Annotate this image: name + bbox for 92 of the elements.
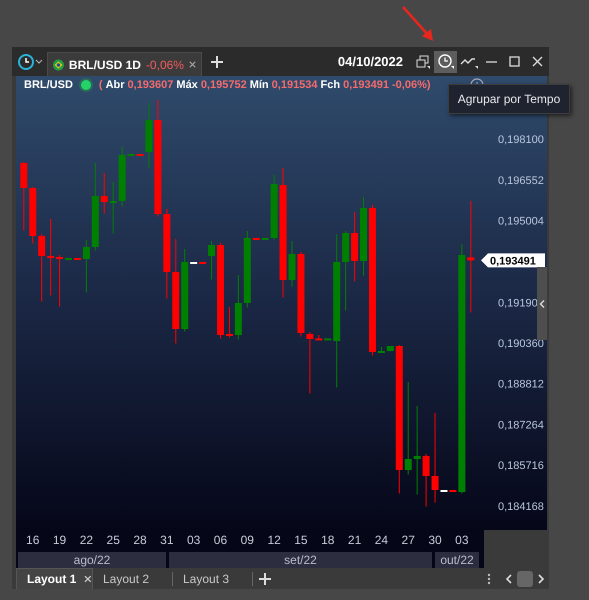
date-tick: 28 [133,533,147,547]
date-tick: 18 [321,533,334,547]
close-icon [532,56,543,67]
change-value: -0,06%) [392,79,431,91]
close-icon[interactable] [188,60,196,69]
candle [20,162,28,230]
field-label: Máx [176,79,198,91]
date-tick: 22 [80,533,94,547]
chart-tab[interactable]: BRL/USD 1D -0,06% [47,52,202,76]
price-label: 0,184168 [498,501,544,513]
add-tab-button[interactable] [211,56,223,68]
tooltip: Agrupar por Tempo [448,84,570,114]
field-value: 0,195752 [200,79,247,91]
scroll-thumb[interactable] [517,570,533,586]
plus-icon [259,572,271,584]
candle [315,334,322,340]
field-value: 0,193491 [343,79,389,91]
chevron-left-icon [505,574,513,584]
price-label: 0,198100 [498,134,544,146]
candle [226,306,233,338]
clock-button[interactable] [434,50,457,72]
date-tick: 15 [294,533,308,547]
tab-label: BRL/USD 1D [68,58,141,72]
maximize-icon [509,56,520,67]
layout-tab[interactable]: Layout 1 [16,568,93,589]
field-value: 0,193607 [128,79,174,91]
candle [38,234,46,302]
more-icon[interactable] [487,572,491,584]
candle [234,275,242,340]
candle [118,146,126,206]
field-value: 0,191534 [272,79,318,91]
date-tick: 03 [455,533,469,547]
candle [56,254,64,306]
clock-icon [438,54,454,69]
price-label: 0,190360 [498,338,544,350]
price-label: 0,188812 [498,378,544,391]
date-tick: 09 [240,533,254,547]
field-label: Fch [320,79,340,91]
add-layout-button[interactable] [259,572,271,584]
candle [449,490,456,492]
candle [100,173,108,214]
windows-icon [416,54,430,68]
scroll-left-button[interactable] [505,574,513,584]
panel-handle[interactable] [537,267,547,340]
date-tick: 21 [348,533,362,547]
date-tick: 24 [374,533,388,547]
close-icon[interactable] [84,575,92,583]
tab-change: -0,06% [146,58,184,72]
symbol-label: BRL/USD [24,79,73,91]
price-label: 0,185716 [498,460,544,472]
candle [270,175,278,240]
current-price-tag: 0,193491 [481,253,545,268]
layout-tab[interactable]: Layout 2 [93,568,172,589]
candle [351,212,358,282]
candle [288,241,296,286]
date-tick: 12 [267,533,281,547]
chevron-right-icon [537,574,545,584]
candle [29,187,36,244]
candle [324,338,332,340]
month-label: out/22 [435,552,479,568]
candle [110,182,117,234]
date-tick: 16 [26,533,40,547]
date-tick: 30 [428,533,442,547]
status-dot [80,80,91,90]
scroll-right-button[interactable] [537,574,545,584]
chevron-icon [539,300,545,308]
candle [306,332,314,394]
plus-icon [211,56,223,68]
candle [378,347,385,353]
paren-text: ( [98,79,103,91]
candle [386,346,394,352]
candle [82,240,90,292]
price-label: 0,195004 [498,216,544,228]
date-tick: 03 [186,533,200,547]
price-label: 0,19190 [498,297,538,310]
date-tick: 06 [214,533,228,547]
field-label: Mín [250,79,269,91]
month-label: ago/22 [18,552,166,568]
flag-icon [53,58,64,72]
candle [65,258,72,260]
candle [422,454,430,506]
date-label: 04/10/2022 [338,54,403,69]
date-tick: 31 [160,533,174,547]
price-label: 0,196552 [498,174,544,187]
date-tick: 19 [52,533,66,547]
clock-icon [17,52,45,70]
date-tick: 27 [402,533,415,547]
price-label: 0,187264 [498,419,544,432]
month-label: set/22 [169,552,432,568]
date-tick: 25 [106,533,120,547]
layout-tab[interactable]: Layout 3 [173,568,252,589]
field-label: Abr [106,79,125,91]
